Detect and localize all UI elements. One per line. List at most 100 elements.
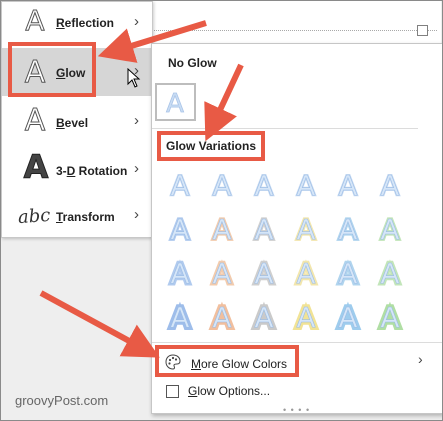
letter-a-icon: AA [294, 255, 318, 292]
text-effects-menu: A Reflection › A Glow › A Bevel › A 3-D … [1, 1, 153, 238]
glow-variation-swatch[interactable]: AA [206, 211, 238, 247]
svg-text:A: A [338, 301, 357, 332]
glow-variation-swatch[interactable]: AA [248, 211, 280, 247]
svg-text:A: A [338, 169, 357, 200]
glow-variation-swatch[interactable]: AA [332, 168, 364, 203]
menu-item-transform[interactable]: abc Transform › [2, 192, 152, 240]
svg-text:A: A [254, 257, 273, 288]
glow-gallery: No Glow A Glow Variations AAAAAAAAAAAAAA… [151, 43, 442, 415]
no-glow-header: No Glow [168, 56, 217, 70]
glow-variation-swatch[interactable]: AA [332, 211, 364, 247]
svg-text:A: A [170, 301, 189, 332]
svg-text:A: A [25, 103, 46, 138]
glow-variation-swatch[interactable]: AA [248, 168, 280, 203]
letter-a-icon: AA [253, 168, 274, 203]
svg-text:A: A [254, 213, 273, 244]
svg-text:A: A [296, 257, 315, 288]
glow-variation-swatch[interactable]: AA [164, 255, 196, 292]
svg-text:A: A [212, 169, 231, 200]
svg-text:abc: abc [17, 205, 51, 228]
svg-text:A: A [338, 213, 357, 244]
glow-variation-swatch[interactable]: AA [206, 298, 238, 337]
svg-text:A: A [170, 169, 189, 200]
glow-variation-swatch[interactable]: AA [248, 298, 280, 337]
letter-a-icon: AA [169, 168, 190, 203]
svg-text:A: A [254, 169, 273, 200]
glow-variation-swatch[interactable]: AA [164, 168, 196, 203]
letter-a-icon: A [166, 89, 185, 120]
transform-icon: abc [17, 205, 51, 228]
menu-item-bevel[interactable]: A Bevel › [2, 98, 152, 146]
more-glow-colors-button[interactable]: More Glow Colors [155, 345, 299, 377]
textbox-border [151, 30, 437, 31]
mouse-cursor-icon [127, 68, 141, 88]
resize-handle[interactable] [417, 25, 428, 36]
letter-a-icon: AA [253, 211, 275, 247]
resize-grip-icon[interactable]: • • • • [283, 405, 310, 415]
letter-a-icon: AA [168, 298, 193, 337]
document-canvas [151, 1, 441, 44]
glow-variation-swatch[interactable]: AA [290, 255, 322, 292]
highlight-glow [8, 42, 96, 97]
chevron-right-icon: › [418, 351, 423, 367]
letter-a-icon: AA [211, 211, 233, 247]
svg-text:A: A [212, 257, 231, 288]
glow-variation-swatch[interactable]: AA [332, 255, 364, 292]
chevron-right-icon: › [134, 160, 139, 177]
separator [152, 128, 418, 129]
letter-a-icon: AA [168, 255, 192, 292]
arrow-to-more-glow-colors [39, 290, 160, 358]
svg-text:A: A [296, 169, 315, 200]
reflection-icon: A [25, 4, 45, 38]
svg-text:A: A [170, 213, 189, 244]
no-glow-option[interactable]: A [155, 83, 196, 121]
glow-variation-swatch[interactable]: AA [206, 255, 238, 292]
letter-a-icon: AA [336, 298, 361, 337]
svg-text:A: A [166, 89, 184, 119]
separator [152, 342, 442, 343]
letter-a-icon: AA [169, 211, 191, 247]
letter-a-icon: AA [211, 168, 232, 203]
glow-options-icon [166, 385, 179, 398]
letter-a-icon: AA [337, 211, 359, 247]
palette-icon [165, 354, 181, 370]
glow-options-item[interactable]: Glow Options... [188, 384, 270, 398]
watermark: groovyPost.com [15, 393, 109, 408]
letter-a-icon: AA [336, 255, 360, 292]
glow-variation-swatch[interactable]: AA [290, 168, 322, 203]
chevron-right-icon: › [134, 13, 139, 30]
chevron-right-icon: › [134, 206, 139, 223]
svg-text:A: A [380, 169, 399, 200]
window: A Reflection › A Glow › A Bevel › A 3-D … [0, 0, 443, 421]
letter-a-icon: AA [210, 255, 234, 292]
glow-variation-swatch[interactable]: AA [290, 298, 322, 337]
glow-variation-swatch[interactable]: AA [164, 211, 196, 247]
svg-text:A: A [380, 213, 399, 244]
letter-a-icon: AA [252, 255, 276, 292]
letter-a-icon: AA [379, 211, 401, 247]
letter-a-icon: AA [210, 298, 235, 337]
glow-variation-swatch[interactable]: AA [290, 211, 322, 247]
svg-text:A: A [380, 301, 399, 332]
svg-text:A: A [254, 301, 273, 332]
glow-variations-header: Glow Variations [157, 131, 265, 161]
glow-variation-swatch[interactable]: AA [374, 298, 406, 337]
svg-text:A: A [296, 213, 315, 244]
3d-rotation-icon: A [23, 148, 49, 187]
glow-variation-swatch[interactable]: AA [374, 255, 406, 292]
menu-item-3d-rotation[interactable]: A 3-D Rotation › [2, 144, 152, 192]
letter-a-icon: AA [252, 298, 277, 337]
svg-text:A: A [25, 4, 44, 37]
letter-a-icon: AA [295, 168, 316, 203]
letter-a-icon: AA [337, 168, 358, 203]
glow-variation-swatch[interactable]: AA [374, 211, 406, 247]
svg-text:A: A [296, 301, 315, 332]
glow-variation-swatch[interactable]: AA [248, 255, 280, 292]
glow-variation-swatch[interactable]: AA [332, 298, 364, 337]
letter-a-icon: AA [379, 168, 400, 203]
glow-variation-swatch[interactable]: AA [374, 168, 406, 203]
glow-variation-swatch[interactable]: AA [206, 168, 238, 203]
chevron-right-icon: › [134, 112, 139, 129]
glow-variation-swatch[interactable]: AA [164, 298, 196, 337]
svg-text:A: A [212, 213, 231, 244]
